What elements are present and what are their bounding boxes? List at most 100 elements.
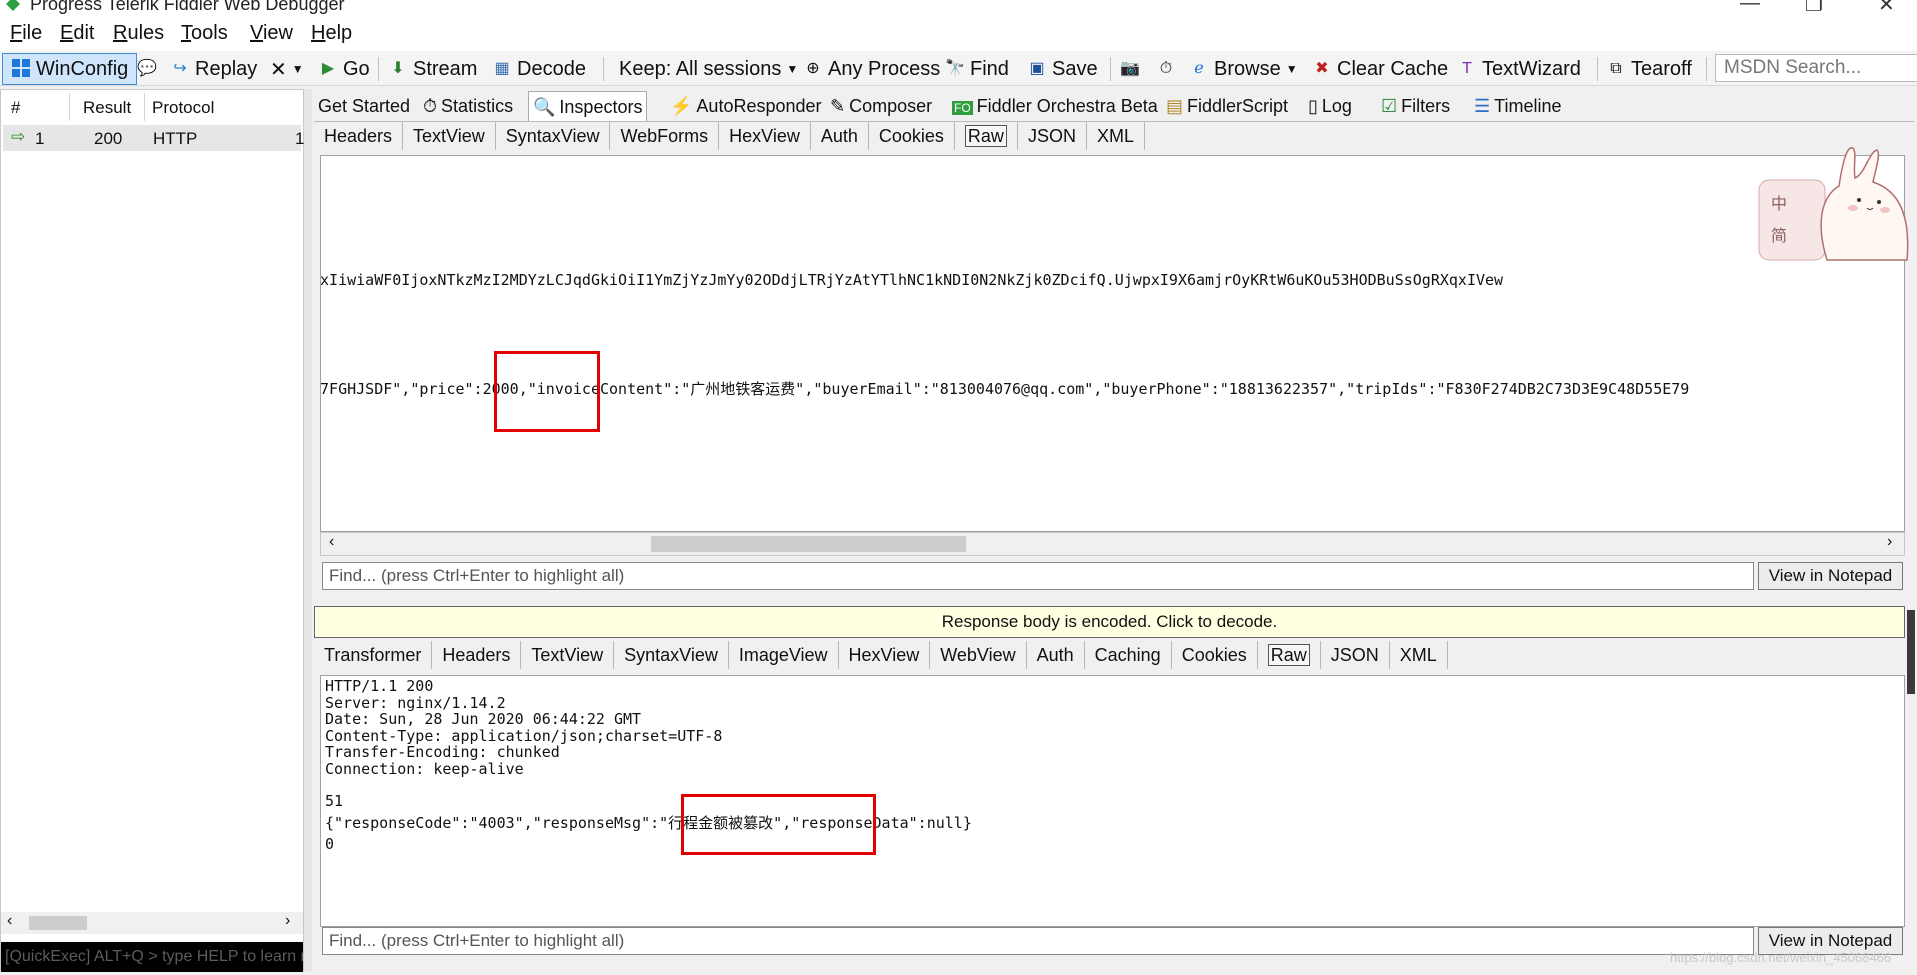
tab-label: JSON	[1027, 126, 1076, 146]
response-raw-text[interactable]: HTTP/1.1 200 Server: nginx/1.14.2 Date: Su…	[320, 675, 1905, 927]
tab-get-started[interactable]: Get Started	[314, 91, 414, 121]
req-tab-webforms[interactable]: WebForms	[610, 122, 720, 150]
tab-composer[interactable]: ✎ Composer	[826, 91, 936, 121]
table-row[interactable]: ⇨ 1 200 HTTP 1	[3, 125, 304, 151]
menu-file[interactable]: File	[10, 22, 42, 45]
find-button[interactable]: 🔭 Find	[945, 56, 1009, 82]
req-tab-raw[interactable]: Raw	[955, 122, 1018, 150]
timer-button[interactable]: ⏱	[1156, 56, 1176, 82]
column-header-protocol[interactable]: Protocol	[152, 98, 214, 118]
pane-splitter[interactable]	[304, 89, 312, 971]
menu-tools[interactable]: Tools	[181, 22, 228, 45]
request-raw-text[interactable]: ExIiwiaWF0IjoxNTkzMzI2MDYzLCJqdGkiOiI1Ym…	[320, 155, 1905, 532]
resp-tab-xml[interactable]: XML	[1390, 641, 1448, 669]
quickexec-input[interactable]: [QuickExec] ALT+Q > type HELP to learn m…	[1, 942, 303, 972]
tab-inspectors[interactable]: 🔍 Inspectors	[528, 91, 648, 121]
go-button[interactable]: ▶ Go	[318, 56, 370, 82]
column-header-result[interactable]: Result	[83, 98, 131, 118]
response-msg-highlight-box	[681, 794, 876, 855]
tab-label: Auth	[1036, 645, 1074, 665]
response-splitter-grip[interactable]	[1907, 610, 1915, 694]
response-line: Connection: keep-alive	[325, 759, 524, 778]
any-process-button[interactable]: ⊕ Any Process	[803, 56, 940, 82]
tab-filters[interactable]: ☑ Filters	[1377, 91, 1454, 121]
tab-autoresponder[interactable]: ⚡ AutoResponder	[666, 91, 826, 121]
scroll-thumb[interactable]	[29, 916, 87, 930]
request-view-in-notepad-button[interactable]: View in Notepad	[1758, 562, 1903, 590]
response-find-input[interactable]: Find... (press Ctrl+Enter to highlight a…	[322, 927, 1754, 955]
browse-button[interactable]: ℯ Browse ▼	[1189, 56, 1298, 82]
resp-tab-textview[interactable]: TextView	[521, 641, 615, 669]
menu-help[interactable]: Help	[311, 22, 352, 45]
stream-button[interactable]: ⬇ Stream	[388, 56, 477, 82]
menu-edit[interactable]: Edit	[60, 22, 94, 45]
keep-sessions-dropdown[interactable]: Keep: All sessions ▼	[619, 56, 798, 82]
replay-button[interactable]: ↪ Replay	[170, 56, 257, 82]
resp-tab-json[interactable]: JSON	[1321, 641, 1390, 669]
req-tab-headers[interactable]: Headers	[314, 122, 404, 150]
dropdown-arrow-icon: ▼	[1285, 62, 1298, 76]
close-button[interactable]: ✕	[1878, 0, 1895, 14]
horizontal-scrollbar[interactable]: ‹ ›	[1, 912, 303, 934]
tab-label: Caching	[1094, 645, 1161, 665]
tab-label: SyntaxView	[624, 645, 718, 665]
resp-tab-auth[interactable]: Auth	[1027, 641, 1085, 669]
tab-label: XML	[1399, 645, 1437, 665]
req-tab-auth[interactable]: Auth	[811, 122, 869, 150]
tab-fiddlerscript[interactable]: ▤ FiddlerScript	[1162, 91, 1292, 121]
screenshot-button[interactable]: 📷	[1120, 56, 1140, 82]
req-tab-xml[interactable]: XML	[1087, 122, 1145, 150]
scroll-left-icon[interactable]: ‹	[7, 912, 12, 930]
req-tab-hexview[interactable]: HexView	[719, 122, 811, 150]
resp-tab-caching[interactable]: Caching	[1085, 641, 1172, 669]
tab-timeline[interactable]: ☰ Timeline	[1470, 91, 1566, 121]
tab-label: Headers	[442, 645, 511, 665]
minimize-button[interactable]: —	[1740, 0, 1760, 14]
column-header-number[interactable]: #	[11, 98, 20, 118]
lightning-icon: ⚡	[670, 96, 693, 116]
save-button[interactable]: ▣ Save	[1027, 56, 1097, 82]
menu-view[interactable]: View	[250, 22, 293, 45]
req-tab-textview[interactable]: TextView	[403, 122, 496, 150]
resp-tab-syntaxview[interactable]: SyntaxView	[614, 641, 729, 669]
tearoff-button[interactable]: ⧉ Tearoff	[1606, 56, 1692, 82]
menu-rules[interactable]: Rules	[113, 22, 164, 45]
req-tab-cookies[interactable]: Cookies	[869, 122, 955, 150]
internet-explorer-icon: ℯ	[1194, 60, 1204, 77]
resp-tab-transformer[interactable]: Transformer	[314, 641, 433, 669]
session-id: 1	[35, 129, 45, 148]
req-tab-json[interactable]: JSON	[1018, 122, 1087, 150]
winconfig-button[interactable]: WinConfig	[2, 53, 138, 85]
tab-label: Filters	[1401, 96, 1451, 116]
tab-log[interactable]: ▯ Log	[1304, 91, 1356, 121]
menu-help-label: elp	[325, 22, 353, 44]
clear-cache-button[interactable]: ✖ Clear Cache	[1312, 56, 1448, 82]
scroll-right-icon[interactable]: ›	[285, 912, 290, 930]
remove-button[interactable]: ✕ ▼	[270, 56, 304, 82]
replay-label: Replay	[195, 57, 258, 80]
scroll-right-icon[interactable]: ›	[1887, 533, 1892, 551]
comment-button[interactable]: 💬	[137, 56, 157, 82]
scroll-thumb[interactable]	[651, 536, 966, 552]
resp-tab-webview[interactable]: WebView	[930, 641, 1027, 669]
response-inspector-tabs: Transformer Headers TextView SyntaxView …	[314, 641, 1914, 671]
resp-tab-imageview[interactable]: ImageView	[729, 641, 839, 669]
restore-button[interactable]: ❐	[1805, 0, 1823, 14]
decode-notice-bar[interactable]: Response body is encoded. Click to decod…	[314, 606, 1905, 638]
scroll-left-icon[interactable]: ‹	[329, 533, 334, 551]
resp-tab-hexview[interactable]: HexView	[839, 641, 931, 669]
response-line: HTTP/1.1 200	[325, 677, 434, 695]
req-tab-syntaxview[interactable]: SyntaxView	[496, 122, 611, 150]
request-horizontal-scrollbar[interactable]: ‹ ›	[320, 532, 1905, 556]
tab-fiddler-orchestra[interactable]: FO Fiddler Orchestra Beta	[948, 91, 1162, 121]
textwizard-button[interactable]: T TextWizard	[1457, 56, 1581, 82]
resp-tab-raw[interactable]: Raw	[1258, 641, 1321, 669]
resp-tab-cookies[interactable]: Cookies	[1172, 641, 1258, 669]
tab-statistics[interactable]: ⏱ Statistics	[419, 91, 517, 121]
decode-button[interactable]: ▦ Decode	[492, 56, 586, 82]
resp-tab-headers[interactable]: Headers	[432, 641, 522, 669]
request-find-input[interactable]: Find... (press Ctrl+Enter to highlight a…	[322, 562, 1754, 590]
msdn-search-input[interactable]: MSDN Search...	[1715, 54, 1917, 82]
menu-file-mnemonic: F	[10, 22, 23, 44]
tab-label: Log	[1321, 96, 1352, 116]
